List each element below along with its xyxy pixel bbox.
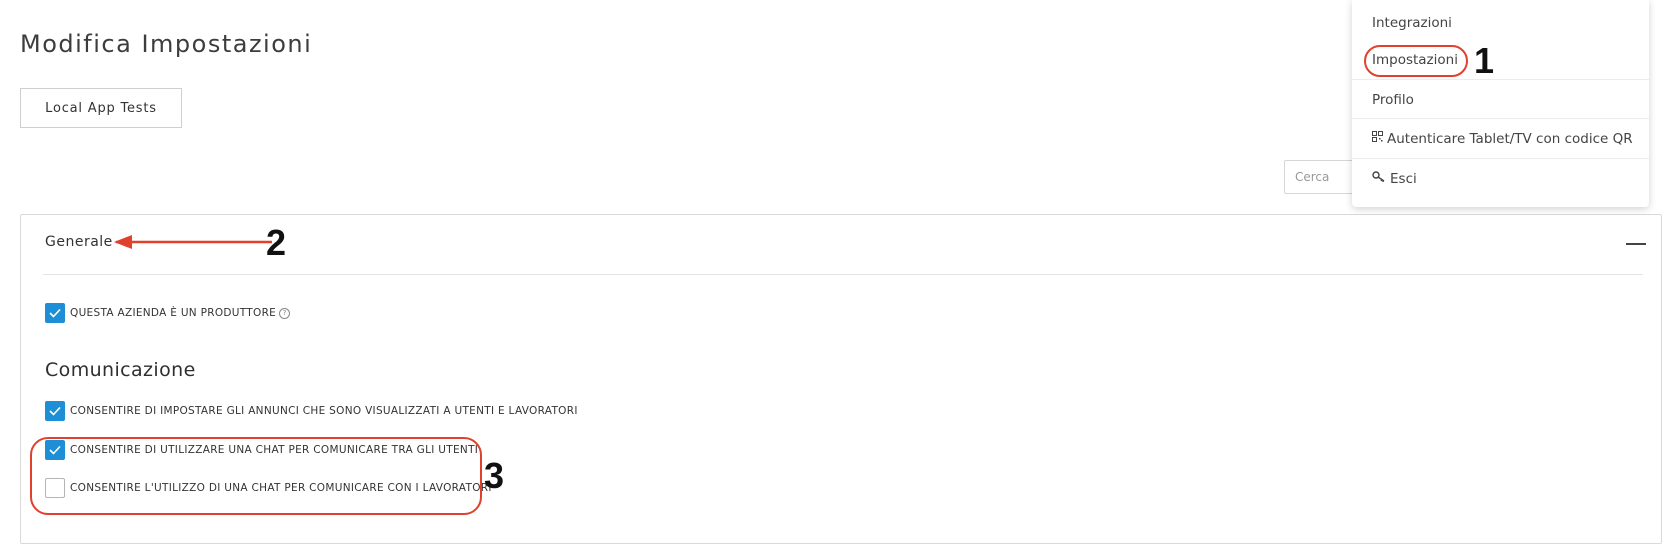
menu-item-esci[interactable]: Esci: [1352, 158, 1649, 198]
panel-title: Generale: [45, 234, 113, 250]
check-icon: [49, 308, 61, 318]
menu-item-label: Autenticare Tablet/TV con codice QR: [1387, 130, 1633, 147]
annotation-number-1: 1: [1474, 40, 1495, 81]
option-announcements: CONSENTIRE DI IMPOSTARE GLI ANNUNCI CHE …: [45, 401, 578, 421]
check-icon: [49, 406, 61, 416]
announcements-label: CONSENTIRE DI IMPOSTARE GLI ANNUNCI CHE …: [70, 405, 578, 417]
annotation-number-2: 2: [266, 222, 287, 263]
menu-item-label: Profilo: [1372, 91, 1414, 108]
annotation-ring-impostazioni: [1364, 45, 1468, 77]
annotation-ring-chat-options: [30, 437, 482, 515]
menu-item-label: Esci: [1390, 170, 1417, 187]
collapse-icon[interactable]: [1625, 234, 1647, 254]
menu-item-profilo[interactable]: Profilo: [1352, 79, 1649, 119]
user-dropdown-menu: Integrazioni Impostazioni Profilo Autent…: [1352, 0, 1649, 207]
question-circle-icon[interactable]: ?: [279, 307, 291, 319]
producer-checkbox[interactable]: [45, 303, 65, 323]
menu-item-label: Integrazioni: [1372, 15, 1452, 31]
producer-option: QUESTA AZIENDA È UN PRODUTTORE?: [45, 303, 291, 323]
producer-label: QUESTA AZIENDA È UN PRODUTTORE?: [70, 307, 291, 319]
local-app-tests-button[interactable]: Local App Tests: [20, 88, 182, 128]
annotation-number-3: 3: [484, 455, 505, 496]
menu-item-integrazioni[interactable]: Integrazioni: [1352, 3, 1649, 43]
menu-item-qr-auth[interactable]: Autenticare Tablet/TV con codice QR: [1352, 118, 1649, 158]
panel-divider: [43, 274, 1643, 275]
section-title-comunicazione: Comunicazione: [45, 359, 196, 381]
page-title: Modifica Impostazioni: [20, 30, 313, 58]
annotation-arrow-icon: [114, 235, 272, 249]
announcements-checkbox[interactable]: [45, 401, 65, 421]
qr-code-icon: [1372, 131, 1383, 146]
key-icon: [1372, 171, 1386, 186]
